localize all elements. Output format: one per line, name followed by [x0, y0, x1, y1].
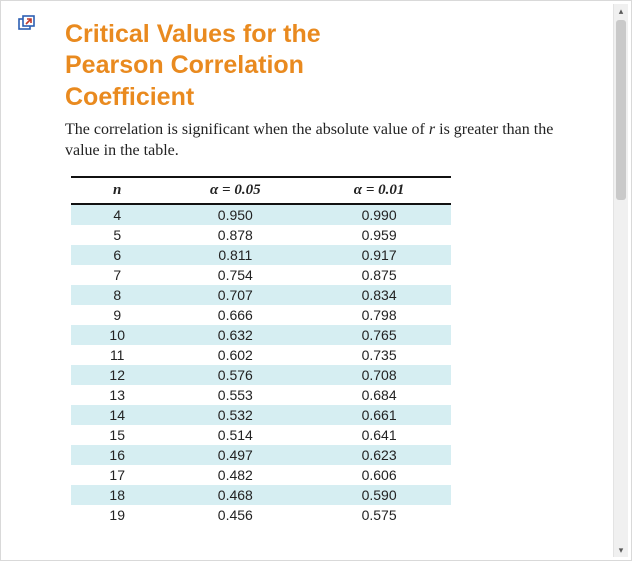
cell-n: 14	[71, 405, 163, 425]
table-row: 110.6020.735	[71, 345, 451, 365]
cell-alpha-05: 0.482	[163, 465, 307, 485]
cell-n: 6	[71, 245, 163, 265]
cell-alpha-01: 0.575	[307, 505, 451, 525]
col-header-alpha-05: α = 0.05	[163, 177, 307, 204]
cell-alpha-05: 0.532	[163, 405, 307, 425]
cell-alpha-05: 0.497	[163, 445, 307, 465]
cell-alpha-05: 0.576	[163, 365, 307, 385]
scroll-up-button[interactable]: ▴	[614, 4, 628, 18]
table-row: 130.5530.684	[71, 385, 451, 405]
table-row: 180.4680.590	[71, 485, 451, 505]
cell-alpha-01: 0.834	[307, 285, 451, 305]
cell-n: 4	[71, 204, 163, 225]
content-scroll-area[interactable]: Critical Values for the Pearson Correlat…	[5, 5, 613, 556]
cell-alpha-05: 0.707	[163, 285, 307, 305]
scroll-down-button[interactable]: ▾	[614, 543, 628, 557]
cell-n: 16	[71, 445, 163, 465]
table-row: 70.7540.875	[71, 265, 451, 285]
cell-alpha-01: 0.917	[307, 245, 451, 265]
cell-alpha-05: 0.811	[163, 245, 307, 265]
cell-alpha-05: 0.553	[163, 385, 307, 405]
table-row: 120.5760.708	[71, 365, 451, 385]
cell-alpha-01: 0.959	[307, 225, 451, 245]
cell-alpha-05: 0.456	[163, 505, 307, 525]
cell-n: 13	[71, 385, 163, 405]
table-body: 40.9500.99050.8780.95960.8110.91770.7540…	[71, 204, 451, 525]
cell-n: 10	[71, 325, 163, 345]
table-row: 160.4970.623	[71, 445, 451, 465]
table-row: 50.8780.959	[71, 225, 451, 245]
cell-alpha-01: 0.623	[307, 445, 451, 465]
intro-text-prefix: The correlation is significant when the …	[65, 121, 429, 138]
cell-alpha-01: 0.765	[307, 325, 451, 345]
cell-alpha-01: 0.661	[307, 405, 451, 425]
cell-alpha-05: 0.468	[163, 485, 307, 505]
cell-alpha-05: 0.514	[163, 425, 307, 445]
table-row: 150.5140.641	[71, 425, 451, 445]
col-header-alpha-01: α = 0.01	[307, 177, 451, 204]
cell-n: 17	[71, 465, 163, 485]
cell-alpha-05: 0.632	[163, 325, 307, 345]
cell-n: 11	[71, 345, 163, 365]
table-row: 60.8110.917	[71, 245, 451, 265]
critical-values-table: n α = 0.05 α = 0.01 40.9500.99050.8780.9…	[71, 176, 451, 525]
page-title: Critical Values for the Pearson Correlat…	[65, 19, 425, 113]
cell-alpha-01: 0.641	[307, 425, 451, 445]
cell-alpha-05: 0.754	[163, 265, 307, 285]
cell-n: 9	[71, 305, 163, 325]
cell-alpha-01: 0.875	[307, 265, 451, 285]
table-header-row: n α = 0.05 α = 0.01	[71, 177, 451, 204]
cell-n: 19	[71, 505, 163, 525]
cell-n: 5	[71, 225, 163, 245]
cell-alpha-05: 0.950	[163, 204, 307, 225]
table-row: 190.4560.575	[71, 505, 451, 525]
cell-n: 18	[71, 485, 163, 505]
cell-alpha-01: 0.735	[307, 345, 451, 365]
col-header-n: n	[71, 177, 163, 204]
scroll-thumb[interactable]	[616, 20, 626, 200]
cell-alpha-05: 0.666	[163, 305, 307, 325]
cell-alpha-01: 0.708	[307, 365, 451, 385]
vertical-scrollbar[interactable]: ▴ ▾	[613, 4, 628, 557]
table-row: 170.4820.606	[71, 465, 451, 485]
cell-alpha-01: 0.990	[307, 204, 451, 225]
table-row: 140.5320.661	[71, 405, 451, 425]
table-row: 90.6660.798	[71, 305, 451, 325]
table-row: 100.6320.765	[71, 325, 451, 345]
cell-alpha-01: 0.606	[307, 465, 451, 485]
cell-n: 12	[71, 365, 163, 385]
cell-alpha-05: 0.602	[163, 345, 307, 365]
cell-n: 8	[71, 285, 163, 305]
cell-alpha-01: 0.798	[307, 305, 451, 325]
document-viewport: Critical Values for the Pearson Correlat…	[0, 0, 632, 561]
cell-alpha-01: 0.684	[307, 385, 451, 405]
cell-alpha-05: 0.878	[163, 225, 307, 245]
cell-n: 15	[71, 425, 163, 445]
intro-paragraph: The correlation is significant when the …	[65, 119, 565, 162]
table-row: 40.9500.990	[71, 204, 451, 225]
cell-n: 7	[71, 265, 163, 285]
table-row: 80.7070.834	[71, 285, 451, 305]
cell-alpha-01: 0.590	[307, 485, 451, 505]
